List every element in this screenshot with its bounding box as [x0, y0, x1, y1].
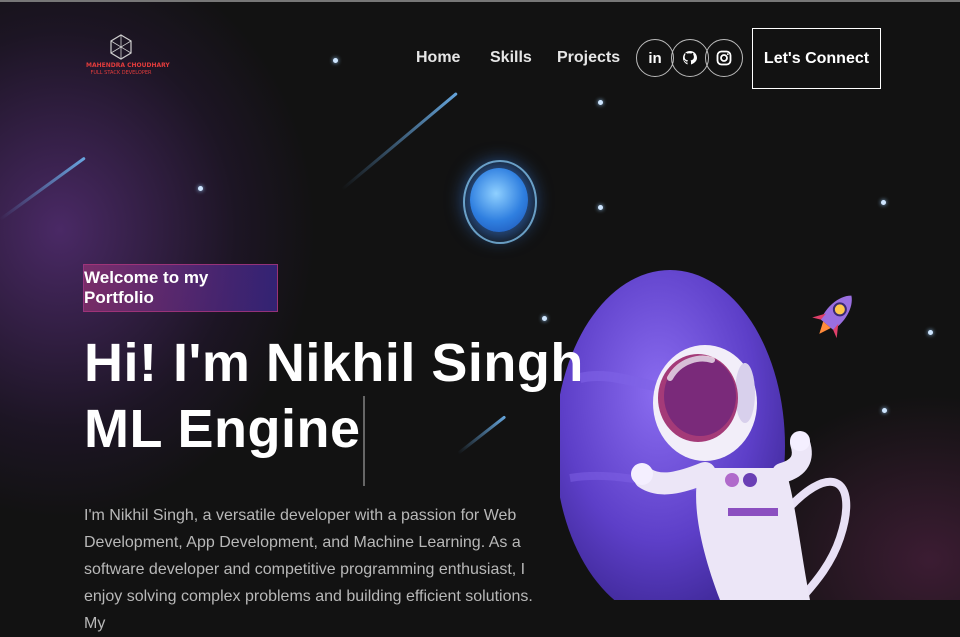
logo-icon: [110, 34, 132, 60]
logo-name: MAHENDRA CHOUDHARY: [86, 62, 170, 69]
star: [928, 330, 933, 335]
linkedin-icon: in: [648, 49, 662, 67]
github-button[interactable]: [671, 39, 709, 77]
logo[interactable]: MAHENDRA CHOUDHARY FULL STACK DEVELOPER: [86, 34, 170, 76]
star: [598, 100, 603, 105]
lets-connect-button[interactable]: Let's Connect: [752, 28, 881, 89]
hero-description: I'm Nikhil Singh, a versatile developer …: [84, 507, 533, 632]
star: [542, 316, 547, 321]
star: [882, 408, 887, 413]
star: [198, 186, 203, 191]
hero-heading: Hi! I'm Nikhil Singh ML Engine: [84, 330, 584, 486]
planet-ring: [463, 160, 537, 244]
window-top-border: [0, 0, 960, 2]
nav-link-projects[interactable]: Projects: [557, 49, 620, 67]
nav-link-skills[interactable]: Skills: [490, 49, 532, 67]
instagram-button[interactable]: [705, 39, 743, 77]
github-icon: [683, 51, 697, 65]
hero-heading-line1: Hi! I'm Nikhil Singh: [84, 333, 584, 393]
hero-heading-line2: ML Engine: [84, 396, 365, 486]
logo-subtitle: FULL STACK DEVELOPER: [90, 70, 152, 76]
linkedin-button[interactable]: in: [636, 39, 674, 77]
instagram-icon: [716, 50, 732, 66]
astronaut-illustration: [560, 270, 851, 600]
star: [881, 200, 886, 205]
star: [333, 58, 338, 63]
star: [598, 205, 603, 210]
nav-link-home[interactable]: Home: [416, 49, 460, 67]
welcome-tagline: Welcome to my Portfolio: [83, 264, 278, 312]
